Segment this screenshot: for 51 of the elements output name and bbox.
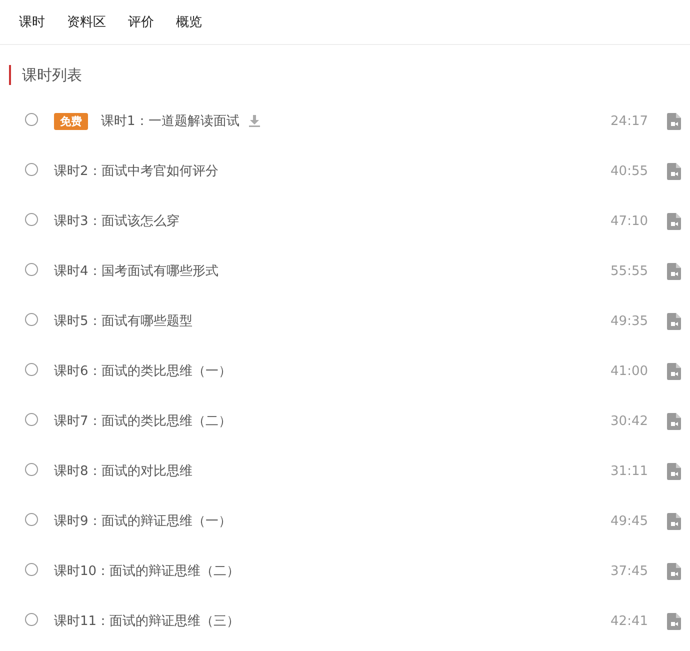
lesson-title[interactable]: 课时9：面试的辩证思维（一）	[54, 512, 232, 530]
lesson-title[interactable]: 课时4：国考面试有哪些形式	[54, 262, 218, 280]
radio-button[interactable]	[25, 512, 38, 526]
video-file-icon[interactable]	[667, 162, 681, 180]
duration: 24:17	[610, 114, 648, 128]
duration: 40:55	[610, 164, 648, 178]
lesson-title[interactable]: 课时6：面试的类比思维（一）	[54, 362, 232, 380]
radio-button[interactable]	[25, 362, 38, 376]
duration: 30:42	[610, 414, 648, 428]
tab[interactable]: 课时	[19, 13, 45, 31]
lesson-title[interactable]: 课时11：面试的辩证思维（三）	[54, 612, 240, 630]
video-file-icon[interactable]	[667, 612, 681, 630]
radio-button[interactable]	[25, 412, 38, 426]
video-file-icon[interactable]	[667, 212, 681, 230]
duration: 41:00	[610, 364, 648, 378]
lesson-title[interactable]: 课时7：面试的类比思维（二）	[54, 412, 232, 430]
video-file-icon[interactable]	[667, 312, 681, 330]
video-file-icon[interactable]	[667, 412, 681, 430]
lesson-title[interactable]: 课时10：面试的辩证思维（二）	[54, 562, 240, 580]
video-file-icon[interactable]	[667, 462, 681, 480]
lesson-title[interactable]: 课时2：面试中考官如何评分	[54, 162, 218, 180]
video-file-icon[interactable]	[667, 362, 681, 380]
duration: 47:10	[610, 214, 648, 228]
tab[interactable]: 概览	[176, 13, 202, 31]
lesson-title[interactable]: 课时5：面试有哪些题型	[54, 312, 192, 330]
radio-button[interactable]	[25, 312, 38, 326]
section-title: 课时列表	[9, 65, 690, 85]
radio-button[interactable]	[25, 562, 38, 576]
video-file-icon[interactable]	[667, 562, 681, 580]
radio-button[interactable]	[25, 462, 38, 476]
radio-button[interactable]	[25, 162, 38, 176]
free-badge: 免费	[54, 112, 88, 130]
radio-button[interactable]	[25, 112, 38, 126]
video-file-icon[interactable]	[667, 262, 681, 280]
tab[interactable]: 资料区	[67, 13, 106, 31]
tab[interactable]: 评价	[128, 13, 154, 31]
lesson-title[interactable]: 课时3：面试该怎么穿	[54, 212, 180, 230]
duration: 49:45	[610, 514, 648, 528]
radio-button[interactable]	[25, 612, 38, 626]
lesson-title[interactable]: 课时8：面试的对比思维	[54, 462, 192, 480]
duration: 37:45	[610, 564, 648, 578]
video-file-icon[interactable]	[667, 512, 681, 530]
radio-button[interactable]	[25, 262, 38, 276]
radio-button[interactable]	[25, 212, 38, 226]
duration: 42:41	[610, 614, 648, 628]
duration: 31:11	[610, 464, 648, 478]
lesson-title[interactable]: 课时1：一道题解读面试	[101, 112, 240, 130]
video-file-icon[interactable]	[667, 112, 681, 130]
duration: 55:55	[610, 264, 648, 278]
download-icon[interactable]	[249, 115, 260, 127]
duration: 49:35	[610, 314, 648, 328]
